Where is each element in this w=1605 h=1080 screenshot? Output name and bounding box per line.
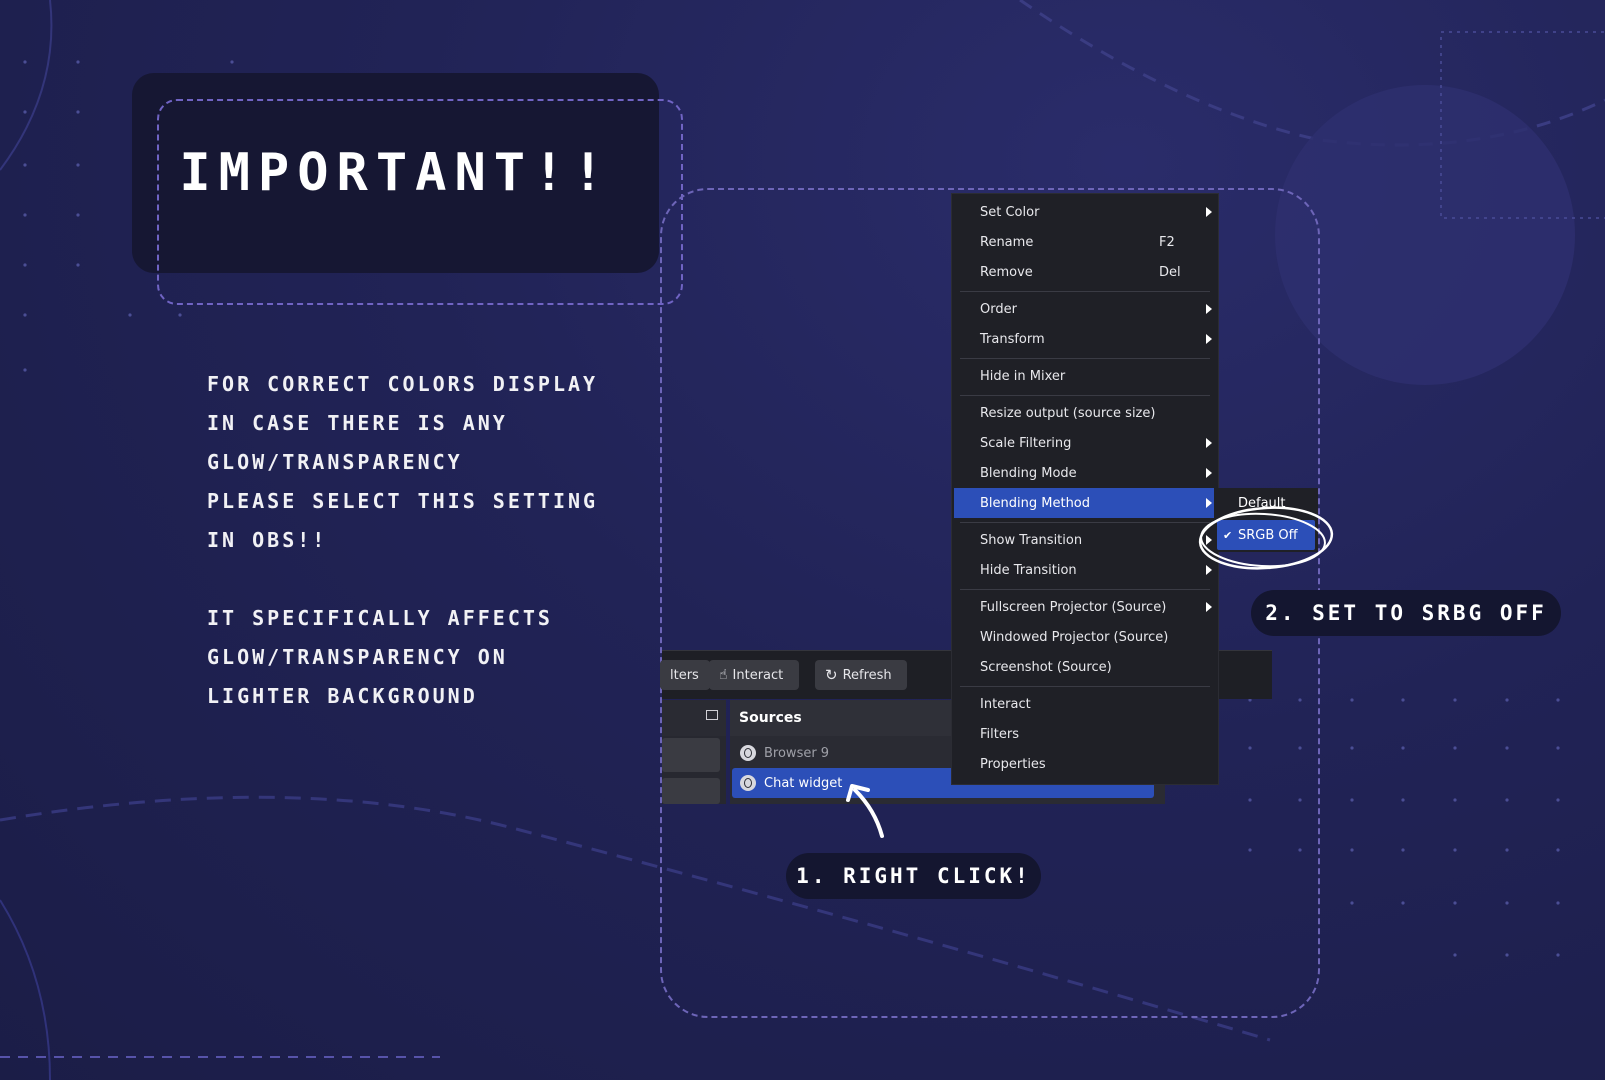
filters-button[interactable]: lters (660, 660, 710, 690)
menu-item-label: Resize output (source size) (980, 405, 1156, 421)
refresh-icon: ↻ (825, 666, 838, 684)
menu-item-properties[interactable]: Properties (952, 749, 1218, 779)
scene-item[interactable] (662, 778, 720, 804)
instruction-line: IT SPECIFICALLY AFFECTS (207, 606, 553, 630)
menu-separator (960, 291, 1210, 292)
interact-button[interactable]: ☝ Interact (709, 660, 799, 690)
instruction-line: LIGHTER BACKGROUND (207, 684, 478, 708)
menu-item-filters[interactable]: Filters (952, 719, 1218, 749)
submenu-arrow-icon (1206, 565, 1212, 575)
menu-item-fullscreen-projector[interactable]: Fullscreen Projector (Source) (952, 592, 1218, 622)
submenu-arrow-icon (1206, 468, 1212, 478)
instruction-line: GLOW/TRANSPARENCY (207, 450, 463, 474)
menu-item-label: Order (980, 301, 1017, 317)
menu-item-label: Windowed Projector (Source) (980, 629, 1169, 645)
submenu-arrow-icon (1206, 334, 1212, 344)
instruction-line: GLOW/TRANSPARENCY ON (207, 645, 508, 669)
menu-item-windowed-projector[interactable]: Windowed Projector (Source) (952, 622, 1218, 652)
menu-item-order[interactable]: Order (952, 294, 1218, 324)
instructions: FOR CORRECT COLORS DISPLAY IN CASE THERE… (207, 365, 647, 716)
menu-item-label: Blending Mode (980, 465, 1077, 481)
menu-item-screenshot[interactable]: Screenshot (Source) (952, 652, 1218, 682)
submenu-item-label: Default (1238, 495, 1286, 511)
instruction-line: FOR CORRECT COLORS DISPLAY (207, 372, 599, 396)
menu-separator (960, 589, 1210, 590)
scenes-panel (662, 700, 726, 804)
menu-item-label: Show Transition (980, 532, 1083, 548)
submenu-item-label: SRGB Off (1238, 527, 1298, 543)
menu-item-set-color[interactable]: Set Color (952, 197, 1218, 227)
menu-item-blending-method[interactable]: Blending Method (954, 488, 1214, 518)
menu-item-label: Fullscreen Projector (Source) (980, 599, 1167, 615)
menu-item-label: Hide Transition (980, 562, 1077, 578)
instruction-line: PLEASE SELECT THIS SETTING (207, 489, 599, 513)
menu-item-label: Set Color (980, 204, 1040, 220)
refresh-button[interactable]: ↻ Refresh (815, 660, 907, 690)
menu-item-rename[interactable]: Rename F2 (952, 227, 1218, 257)
submenu-item-default[interactable]: Default (1214, 488, 1318, 518)
menu-item-label: Filters (980, 726, 1019, 742)
menu-item-label: Rename (980, 234, 1034, 250)
menu-item-hide-transition[interactable]: Hide Transition (952, 555, 1218, 585)
scene-item[interactable] (662, 738, 720, 772)
source-label: Browser 9 (764, 745, 830, 761)
instruction-line: IN OBS!! (207, 528, 328, 552)
submenu-arrow-icon (1206, 438, 1212, 448)
menu-item-scale-filtering[interactable]: Scale Filtering (952, 428, 1218, 458)
menu-separator (960, 522, 1210, 523)
menu-item-resize-output[interactable]: Resize output (source size) (952, 398, 1218, 428)
context-menu: Set Color Rename F2 Remove Del Order Trans… (951, 193, 1219, 785)
source-label: Chat widget (764, 775, 843, 791)
instruction-line: IN CASE THERE IS ANY (207, 411, 508, 435)
refresh-button-label: Refresh (842, 667, 892, 683)
browser-source-icon (740, 745, 756, 761)
menu-item-shortcut: Del (1159, 264, 1181, 280)
blending-method-submenu: Default ✔ SRGB Off (1214, 488, 1318, 552)
step-2-label: 2. SET TO SRBG OFF (1251, 590, 1561, 636)
interact-button-label: Interact (732, 667, 784, 683)
page-title: IMPORTANT!! (179, 143, 612, 203)
checkmark-icon: ✔ (1223, 528, 1233, 542)
menu-item-label: Transform (980, 331, 1045, 347)
menu-item-label: Hide in Mixer (980, 368, 1066, 384)
step-1-label: 1. RIGHT CLICK! (786, 853, 1041, 899)
menu-item-show-transition[interactable]: Show Transition (952, 525, 1218, 555)
hand-pointer-icon: ☝ (719, 667, 728, 683)
menu-item-interact[interactable]: Interact (952, 689, 1218, 719)
submenu-arrow-icon (1206, 498, 1212, 508)
menu-item-label: Properties (980, 756, 1046, 772)
filters-button-label: lters (670, 667, 699, 683)
browser-source-icon (740, 775, 756, 791)
menu-separator (960, 686, 1210, 687)
menu-item-label: Screenshot (Source) (980, 659, 1112, 675)
scenes-panel-header (662, 700, 726, 736)
menu-item-label: Blending Method (980, 495, 1091, 511)
menu-item-hide-in-mixer[interactable]: Hide in Mixer (952, 361, 1218, 391)
submenu-arrow-icon (1206, 207, 1212, 217)
submenu-item-srgb-off[interactable]: ✔ SRGB Off (1217, 520, 1315, 550)
menu-item-transform[interactable]: Transform (952, 324, 1218, 354)
undock-icon[interactable] (706, 710, 718, 720)
menu-item-shortcut: F2 (1159, 234, 1175, 250)
menu-separator (960, 395, 1210, 396)
submenu-arrow-icon (1206, 602, 1212, 612)
menu-item-label: Remove (980, 264, 1033, 280)
menu-separator (960, 358, 1210, 359)
menu-item-label: Scale Filtering (980, 435, 1072, 451)
menu-item-remove[interactable]: Remove Del (952, 257, 1218, 287)
submenu-arrow-icon (1206, 304, 1212, 314)
menu-item-blending-mode[interactable]: Blending Mode (952, 458, 1218, 488)
submenu-arrow-icon (1206, 535, 1212, 545)
menu-item-label: Interact (980, 696, 1031, 712)
